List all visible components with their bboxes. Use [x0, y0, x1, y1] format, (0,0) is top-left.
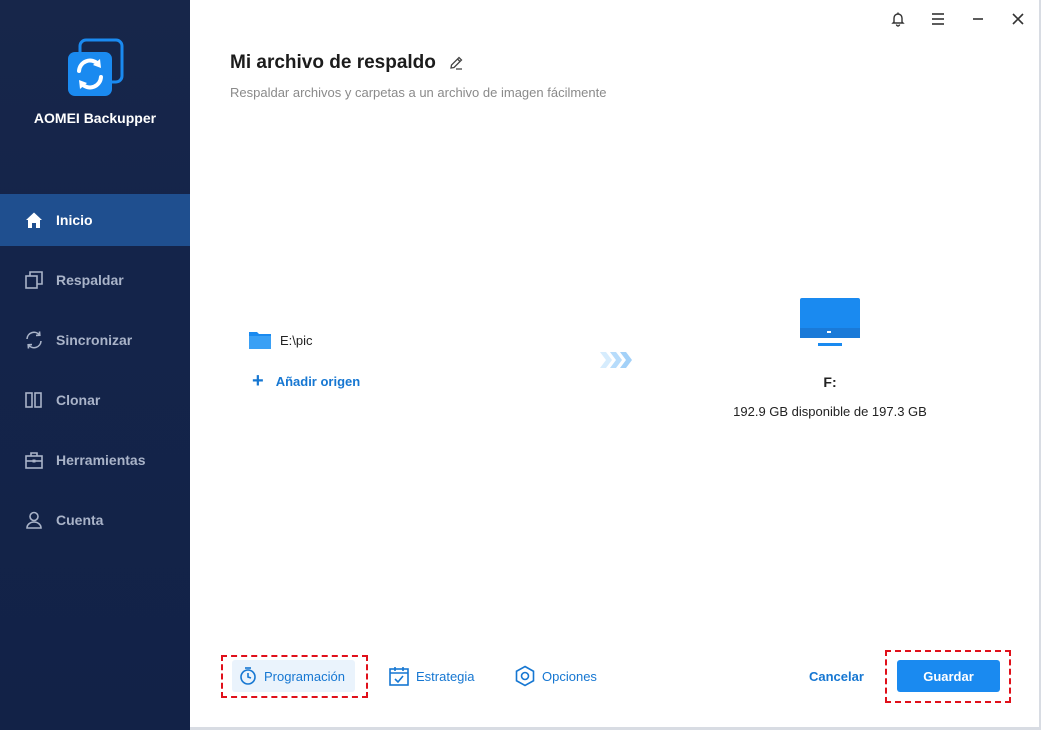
source-item[interactable]: E:\pic — [248, 330, 313, 350]
plus-icon: + — [252, 370, 264, 392]
destination-space: 192.9 GB disponible de 197.3 GB — [733, 404, 927, 419]
sidebar-item-label: Herramientas — [56, 452, 146, 468]
sidebar-item-sincronizar[interactable]: Sincronizar — [0, 314, 190, 366]
clone-icon — [25, 392, 42, 408]
flow-arrow-icon — [600, 352, 632, 368]
folder-icon — [249, 332, 271, 349]
notification-bell-icon[interactable] — [889, 10, 907, 28]
strategy-label: Estrategia — [416, 668, 475, 684]
sidebar-item-label: Clonar — [56, 392, 101, 408]
window-controls — [889, 10, 1027, 28]
sidebar-nav: Inicio Respaldar Sincronizar Clonar Herr… — [0, 194, 190, 554]
menu-icon[interactable] — [929, 10, 947, 28]
sidebar-item-clonar[interactable]: Clonar — [0, 374, 190, 426]
sidebar-item-label: Inicio — [56, 212, 93, 228]
calendar-check-icon — [389, 667, 409, 686]
main-panel: Mi archivo de respaldo Respaldar archivo… — [190, 0, 1041, 730]
source-path: E:\pic — [280, 332, 313, 348]
schedule-label: Programación — [264, 668, 345, 684]
destination-drive: F: — [823, 374, 837, 390]
sidebar-item-label: Respaldar — [56, 272, 124, 288]
sidebar: AOMEI Backupper Inicio Respaldar Sincron… — [0, 0, 190, 730]
sidebar-item-label: Cuenta — [56, 512, 104, 528]
monitor-icon — [800, 298, 860, 346]
stopwatch-icon — [240, 667, 256, 685]
save-button[interactable]: Guardar — [897, 660, 1000, 692]
add-source-label: Añadir origen — [275, 373, 361, 389]
sidebar-item-cuenta[interactable]: Cuenta — [0, 494, 190, 546]
sidebar-item-inicio[interactable]: Inicio — [0, 194, 190, 246]
settings-hexagon-icon — [515, 665, 535, 687]
schedule-button[interactable]: Programación — [232, 660, 355, 692]
strategy-button[interactable]: Estrategia — [388, 660, 475, 692]
add-source-button[interactable]: + Añadir origen — [252, 370, 361, 392]
user-icon — [26, 511, 42, 529]
footer-bar: Programación Estrategia Opciones Cancela… — [190, 650, 1041, 706]
source-list: E:\pic — [248, 330, 313, 350]
app-name: AOMEI Backupper — [33, 110, 157, 126]
page-subtitle: Respaldar archivos y carpetas a un archi… — [230, 85, 607, 100]
copy-icon — [25, 271, 43, 289]
toolbox-icon — [25, 452, 43, 469]
sidebar-item-label: Sincronizar — [56, 332, 133, 348]
cancel-button[interactable]: Cancelar — [809, 669, 864, 684]
home-icon — [26, 212, 42, 228]
close-icon[interactable] — [1009, 10, 1027, 28]
edit-pencil-icon[interactable] — [448, 55, 464, 71]
title-row: Mi archivo de respaldo — [230, 52, 464, 74]
app-logo-icon — [68, 38, 124, 96]
destination-panel[interactable]: F: 192.9 GB disponible de 197.3 GB — [700, 298, 960, 419]
options-button[interactable]: Opciones — [514, 660, 597, 692]
sidebar-item-herramientas[interactable]: Herramientas — [0, 434, 190, 486]
minimize-icon[interactable] — [969, 10, 987, 28]
sync-icon — [26, 331, 42, 349]
options-label: Opciones — [542, 668, 597, 684]
page-title: Mi archivo de respaldo — [230, 52, 436, 73]
sidebar-item-respaldar[interactable]: Respaldar — [0, 254, 190, 306]
